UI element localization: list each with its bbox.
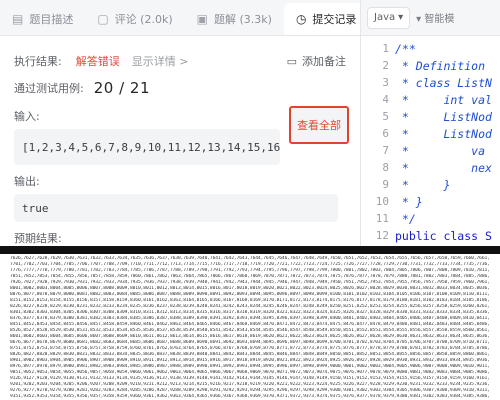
add-note-label: 添加备注 [302, 55, 346, 68]
cases-value: 20 / 21 [93, 79, 150, 97]
line-number: 5 [382, 110, 389, 123]
line-number: 10 [375, 195, 389, 208]
code-text: * nex [395, 160, 492, 175]
code-text: * int val [395, 92, 492, 107]
tab-label: 提交记录 [312, 13, 357, 26]
output-box: true [14, 194, 338, 222]
tab-2[interactable]: ▣ 题解 (3.3k) [185, 3, 284, 35]
code-line: 1 /** [361, 40, 500, 57]
code-text: /** [395, 41, 416, 56]
view-all-label: 查看全部 [297, 119, 341, 132]
add-note-button[interactable]: ▭ 添加备注 [287, 53, 346, 69]
code-text: public class S [395, 228, 492, 243]
chevron-down-icon: ▾ [398, 12, 404, 23]
code-text: * ListNod [395, 126, 492, 141]
code-line: 7 * va [361, 142, 500, 159]
line-number: 7 [382, 144, 389, 157]
dump-line: 9351,9352,9353,9354,9355,9356,9357,9358,… [10, 394, 490, 399]
tab-icon: ▣ [196, 12, 208, 26]
code-line: 5 * ListNod [361, 108, 500, 125]
code-line: 3 * class ListN [361, 74, 500, 91]
code-text: * va [395, 143, 486, 158]
code-line: 12 public class S [361, 227, 500, 244]
view-all-button[interactable]: 查看全部 [289, 106, 349, 144]
line-number: 12 [375, 229, 389, 242]
line-number: 3 [382, 76, 389, 89]
tab-label: 题解 (3.3k) [213, 13, 272, 26]
tab-icon: ◷ [295, 12, 307, 26]
input-box: [1,2,3,4,5,6,7,8,9,10,11,12,13,14,15,16,… [14, 129, 280, 165]
tab-1[interactable]: ▢ 评论 (2.0k) [85, 3, 184, 35]
code-line: 6 * ListNod [361, 125, 500, 142]
result-label: 执行结果: [14, 55, 62, 68]
number-dump: 7626,7627,7628,7629,7630,7631,7632,7633,… [0, 254, 500, 400]
expected-label: 预期结果: [14, 232, 62, 245]
tab-icon: ▤ [12, 12, 24, 26]
tab-0[interactable]: ▤ 题目描述 [0, 3, 85, 35]
tab-label: 题目描述 [29, 13, 74, 26]
result-row: 执行结果: 解答错误 显示详情 > ▭ 添加备注 [14, 48, 346, 74]
editor-toolbar: Java ▾ ▾ 智能模 [361, 0, 500, 36]
language-value: Java [374, 12, 396, 23]
code-text: * } [395, 194, 423, 209]
verdict-text: 解答错误 [75, 55, 120, 68]
tab-icon: ▢ [97, 12, 109, 26]
code-line: 10 * } [361, 193, 500, 210]
line-number: 8 [382, 161, 389, 174]
note-icon: ▭ [286, 54, 297, 68]
tab-3[interactable]: ◷ 提交记录 [283, 3, 369, 35]
smart-mode-label: 智能模 [424, 14, 455, 25]
smart-mode-toggle[interactable]: ▾ 智能模 [416, 10, 454, 25]
line-number: 2 [382, 59, 389, 72]
code-editor: Java ▾ ▾ 智能模 1/** 2 * Definition 3 * class… [360, 0, 500, 246]
line-number: 11 [375, 212, 389, 225]
output-label: 输出: [14, 175, 40, 188]
tab-label: 评论 (2.0k) [114, 13, 173, 26]
code-text: * class ListN [395, 75, 492, 90]
code-area[interactable]: 1/** 2 * Definition 3 * class ListN 4 * int… [361, 36, 500, 247]
show-details-link[interactable]: 显示详情 > [132, 53, 189, 69]
code-line: 4 * int val [361, 91, 500, 108]
line-number: 6 [382, 127, 389, 140]
code-text: * } [395, 177, 451, 192]
code-line: 9 * } [361, 176, 500, 193]
code-line: 8 * nex [361, 159, 500, 176]
code-text: * ListNod [395, 109, 492, 124]
screenshot-frame: ▤ 题目描述 ▢ 评论 (2.0k) ▣ 题解 (3.3k) ◷ 提交记录 执行结果: 解答错… [0, 0, 500, 400]
code-line: 2 * Definition [361, 57, 500, 74]
line-number: 1 [382, 42, 389, 55]
tab-bar: ▤ 题目描述 ▢ 评论 (2.0k) ▣ 题解 (3.3k) ◷ 提交记录 [0, 0, 369, 36]
cases-label: 通过测试用例: [14, 82, 84, 95]
code-line: 11 */ [361, 210, 500, 227]
cases-row: 通过测试用例: 20 / 21 [14, 76, 346, 100]
line-number: 9 [382, 178, 389, 191]
divider-strip [0, 246, 500, 254]
language-select[interactable]: Java ▾ [367, 6, 411, 29]
code-text: * Definition [395, 58, 486, 73]
submission-panel: 执行结果: 解答错误 显示详情 > ▭ 添加备注 通过测试用例: 20 / 21… [0, 36, 360, 279]
code-text: */ [395, 211, 416, 226]
line-number: 4 [382, 93, 389, 106]
